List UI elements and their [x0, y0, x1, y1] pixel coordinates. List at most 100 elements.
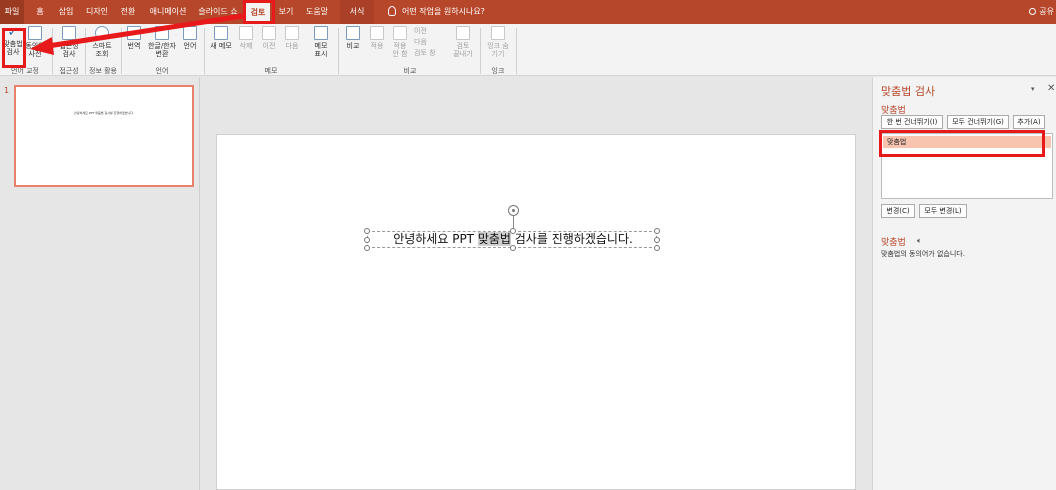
- group-ink-label: 잉크: [491, 67, 505, 75]
- new-comment-label: 새 메모: [210, 42, 232, 50]
- tab-view[interactable]: 보기: [276, 0, 296, 24]
- tab-animations[interactable]: 애니메이션: [146, 0, 190, 24]
- end-review-button[interactable]: 검토 끝내기: [450, 26, 476, 58]
- misspelled-word-highlight: 맞춤법: [477, 232, 511, 246]
- annotation-box-spelling: [2, 28, 26, 68]
- add-button[interactable]: 추가(A): [1013, 115, 1045, 129]
- reviewing-pane-button[interactable]: 검토 창: [414, 49, 436, 57]
- group-separator: [52, 28, 53, 74]
- tab-insert[interactable]: 삽입: [56, 0, 76, 24]
- accept-button[interactable]: 적용: [367, 26, 387, 50]
- close-icon[interactable]: ✕: [1047, 83, 1055, 94]
- person-icon: [1029, 8, 1037, 15]
- previous-change-button[interactable]: 이전: [414, 27, 427, 35]
- resize-handle[interactable]: [364, 245, 370, 251]
- previous-comment-button[interactable]: 이전: [259, 26, 279, 50]
- change-button[interactable]: 변경(C): [881, 204, 915, 218]
- group-accessibility-label: 접근성: [59, 67, 79, 75]
- accept-icon: [370, 26, 384, 40]
- resize-handle[interactable]: [654, 228, 660, 234]
- book-icon: [28, 26, 42, 40]
- end-review-icon: [456, 26, 470, 40]
- slide-number: 1: [4, 86, 10, 95]
- new-comment-button[interactable]: 새 메모: [208, 26, 234, 50]
- accept-label: 적용: [370, 42, 384, 50]
- hanja-label: 한글/한자 변환: [147, 42, 177, 58]
- group-separator: [516, 28, 517, 74]
- accessibility-label: 접근성 검사: [59, 42, 79, 58]
- group-language-label: 언어: [155, 67, 169, 75]
- ribbon-review: ✓ 맞춤법 검사 동의어 사전 언어 교정 접근성 검사 접근성 스마트 조회 …: [0, 24, 1056, 76]
- ribbon-tab-bar: 파일 홈 삽입 디자인 전환 애니메이션 슬라이드 쇼 검토 보기 도움말 서식…: [0, 0, 1056, 24]
- resize-handle[interactable]: [654, 237, 660, 243]
- resize-handle[interactable]: [510, 245, 516, 251]
- tab-format[interactable]: 서식: [340, 0, 374, 24]
- tab-slideshow[interactable]: 슬라이드 쇼: [196, 0, 240, 24]
- group-separator: [121, 28, 122, 74]
- resize-handle[interactable]: [364, 237, 370, 243]
- change-all-button[interactable]: 모두 변경(L): [919, 204, 967, 218]
- tell-me-search[interactable]: 어떤 작업을 원하시나요?: [388, 0, 485, 24]
- ignore-all-button[interactable]: 모두 건너뛰기(G): [947, 115, 1009, 129]
- language-label: 언어: [183, 42, 197, 50]
- reject-button[interactable]: 적용 안 함: [389, 26, 411, 58]
- accessibility-icon: [62, 26, 76, 40]
- rotate-handle-icon[interactable]: [508, 205, 519, 216]
- hide-ink-button[interactable]: 잉크 숨 기기: [484, 26, 512, 58]
- next-change-label: 다음: [414, 38, 427, 46]
- translate-icon: [127, 26, 141, 40]
- group-separator: [480, 28, 481, 74]
- slide-text-before: 안녕하세요 PPT: [393, 232, 478, 246]
- show-comments-label: 메모 표시: [314, 42, 328, 58]
- group-insights-label: 정보 활용: [89, 67, 117, 75]
- speaker-icon[interactable]: 🔈︎: [917, 236, 922, 246]
- slide-text-after: 검사를 진행하겠습니다.: [510, 232, 633, 246]
- resize-handle[interactable]: [510, 228, 516, 234]
- tab-design[interactable]: 디자인: [84, 0, 110, 24]
- text-box[interactable]: 안녕하세요 PPT 맞춤법 검사를 진행하겠습니다.: [364, 228, 660, 251]
- thumbnail-text: 안녕하세요 PPT 맞춤법 검사를 진행하겠습니다.: [74, 111, 134, 115]
- slide-canvas[interactable]: 안녕하세요 PPT 맞춤법 검사를 진행하겠습니다.: [216, 134, 856, 490]
- delete-comment-button[interactable]: 삭제: [236, 26, 256, 50]
- pane-options-icon[interactable]: ▾: [1031, 85, 1035, 93]
- next-comment-icon: [285, 26, 299, 40]
- share-button[interactable]: 공유: [1029, 0, 1054, 24]
- smart-lookup-label: 스마트 조회: [92, 42, 112, 58]
- tab-help[interactable]: 도움말: [302, 0, 332, 24]
- group-compare-label: 비교: [403, 67, 417, 75]
- compare-button[interactable]: 비교: [342, 26, 364, 50]
- previous-change-label: 이전: [414, 27, 427, 35]
- group-comments-label: 메모: [264, 67, 278, 75]
- next-change-button[interactable]: 다음: [414, 38, 427, 46]
- lightbulb-icon: [388, 6, 396, 16]
- language-icon: [183, 26, 197, 40]
- end-review-label: 검토 끝내기: [453, 42, 473, 58]
- resize-handle[interactable]: [654, 245, 660, 251]
- compare-label: 비교: [346, 42, 360, 50]
- slide-thumbnail-panel: 1 안녕하세요 PPT 맞춤법 검사를 진행하겠습니다.: [0, 77, 200, 490]
- definition-word: 맞춤법: [881, 238, 906, 248]
- reviewing-pane-label: 검토 창: [414, 49, 436, 57]
- globe-search-icon: [95, 26, 109, 40]
- tab-transitions[interactable]: 전환: [118, 0, 138, 24]
- resize-handle[interactable]: [364, 228, 370, 234]
- tab-file[interactable]: 파일: [0, 0, 24, 24]
- slide-thumbnail[interactable]: 안녕하세요 PPT 맞춤법 검사를 진행하겠습니다.: [14, 85, 194, 187]
- show-comments-button[interactable]: 메모 표시: [308, 26, 334, 58]
- next-comment-button[interactable]: 다음: [282, 26, 302, 50]
- translate-button[interactable]: 번역: [124, 26, 144, 50]
- smart-lookup-button[interactable]: 스마트 조회: [88, 26, 116, 58]
- reject-label: 적용 안 함: [392, 42, 408, 58]
- ignore-once-button[interactable]: 한 번 건너뛰기(I): [881, 115, 943, 129]
- group-separator: [204, 28, 205, 74]
- previous-comment-icon: [262, 26, 276, 40]
- compare-icon: [346, 26, 360, 40]
- hide-ink-label: 잉크 숨 기기: [487, 42, 509, 58]
- tab-home[interactable]: 홈: [32, 0, 48, 24]
- language-button[interactable]: 언어: [181, 26, 199, 50]
- ink-icon: [491, 26, 505, 40]
- tell-me-text: 어떤 작업을 원하시나요?: [402, 7, 485, 16]
- check-accessibility-button[interactable]: 접근성 검사: [56, 26, 82, 58]
- hangul-hanja-button[interactable]: 한글/한자 변환: [145, 26, 179, 58]
- thesaurus-button[interactable]: 동의어 사전: [24, 26, 46, 58]
